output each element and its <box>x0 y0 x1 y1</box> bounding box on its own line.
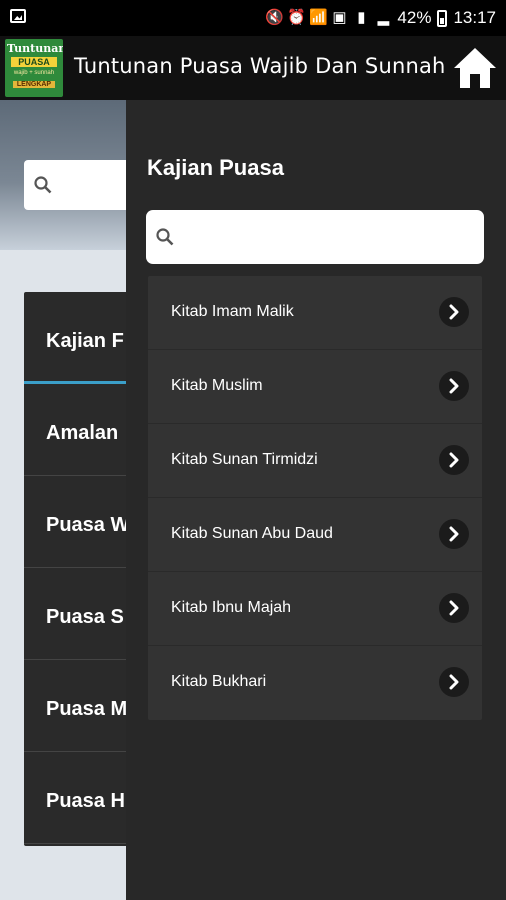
battery-icon <box>437 9 448 27</box>
sim-icon: ▣ <box>332 9 347 26</box>
gallery-icon <box>10 9 26 23</box>
menu-item-label: Kitab Muslim <box>171 377 263 394</box>
menu-item-kitab-imam-malik[interactable]: Kitab Imam Malik <box>148 276 482 350</box>
status-bar: 🔇 ⏰ 📶 ▣ ▮ ▂ 42% 13:17 <box>0 0 506 36</box>
menu-item-kitab-sunan-tirmidzi[interactable]: Kitab Sunan Tirmidzi <box>148 424 482 498</box>
chevron-right-icon <box>439 371 469 401</box>
navigation-drawer: Kajian Puasa Kitab Imam Malik Kitab Musl… <box>126 100 506 900</box>
list-item[interactable]: Kajian F <box>24 292 134 384</box>
search-icon <box>156 228 174 246</box>
chevron-right-icon <box>439 667 469 697</box>
menu-item-label: Kitab Ibnu Majah <box>171 599 292 616</box>
list-item[interactable]: Puasa H <box>24 752 134 844</box>
menu-item-label: Kitab Sunan Tirmidzi <box>171 451 318 468</box>
chevron-right-icon <box>439 593 469 623</box>
menu-item-kitab-ibnu-majah[interactable]: Kitab Ibnu Majah <box>148 572 482 646</box>
menu-item-label: Kitab Sunan Abu Daud <box>171 525 333 542</box>
app-logo: Tuntunan PUASA wajib + sunnah LENGKAP <box>5 39 63 97</box>
chevron-right-icon <box>439 445 469 475</box>
app-bar: Tuntunan PUASA wajib + sunnah LENGKAP Tu… <box>0 36 506 100</box>
logo-line1: Tuntunan <box>7 42 63 55</box>
signal-bars-icon: ▂ <box>377 9 390 26</box>
background-menu-list: Kajian F Amalan Puasa W Puasa S Puasa M … <box>24 292 134 846</box>
logo-line3: wajib + sunnah <box>13 70 55 76</box>
list-item[interactable]: Amalan <box>24 384 134 476</box>
menu-item-kitab-bukhari[interactable]: Kitab Bukhari <box>148 646 482 720</box>
home-icon <box>454 48 496 88</box>
drawer-title: Kajian Puasa <box>147 155 284 180</box>
status-icons: 🔇 ⏰ 📶 ▣ ▮ ▂ 42% 13:17 <box>265 6 496 30</box>
wifi-icon: 📶 <box>309 9 329 26</box>
menu-item-kitab-muslim[interactable]: Kitab Muslim <box>148 350 482 424</box>
search-icon <box>34 176 52 194</box>
home-button[interactable] <box>452 44 498 92</box>
logo-line4: LENGKAP <box>13 81 55 88</box>
drawer-menu-list: Kitab Imam Malik Kitab Muslim Kitab Suna… <box>148 276 482 720</box>
drawer-search-input[interactable] <box>146 210 484 264</box>
list-item[interactable]: Puasa S <box>24 568 134 660</box>
alarm-icon: ⏰ <box>287 9 307 26</box>
clock: 13:17 <box>453 8 496 27</box>
battery-percent: 42% <box>397 8 432 27</box>
menu-item-kitab-sunan-abu-daud[interactable]: Kitab Sunan Abu Daud <box>148 498 482 572</box>
logo-line2: PUASA <box>11 57 57 67</box>
chevron-right-icon <box>439 297 469 327</box>
menu-item-label: Kitab Imam Malik <box>171 303 294 320</box>
mute-icon: 🔇 <box>265 9 285 26</box>
list-item[interactable]: Puasa M <box>24 660 134 752</box>
signal-icon: ▮ <box>357 9 366 26</box>
background-search-input[interactable] <box>24 160 134 210</box>
app-title: Tuntunan Puasa Wajib Dan Sunnah <box>74 54 446 78</box>
chevron-right-icon <box>439 519 469 549</box>
menu-item-label: Kitab Bukhari <box>171 673 267 690</box>
list-item[interactable]: Puasa W <box>24 476 134 568</box>
